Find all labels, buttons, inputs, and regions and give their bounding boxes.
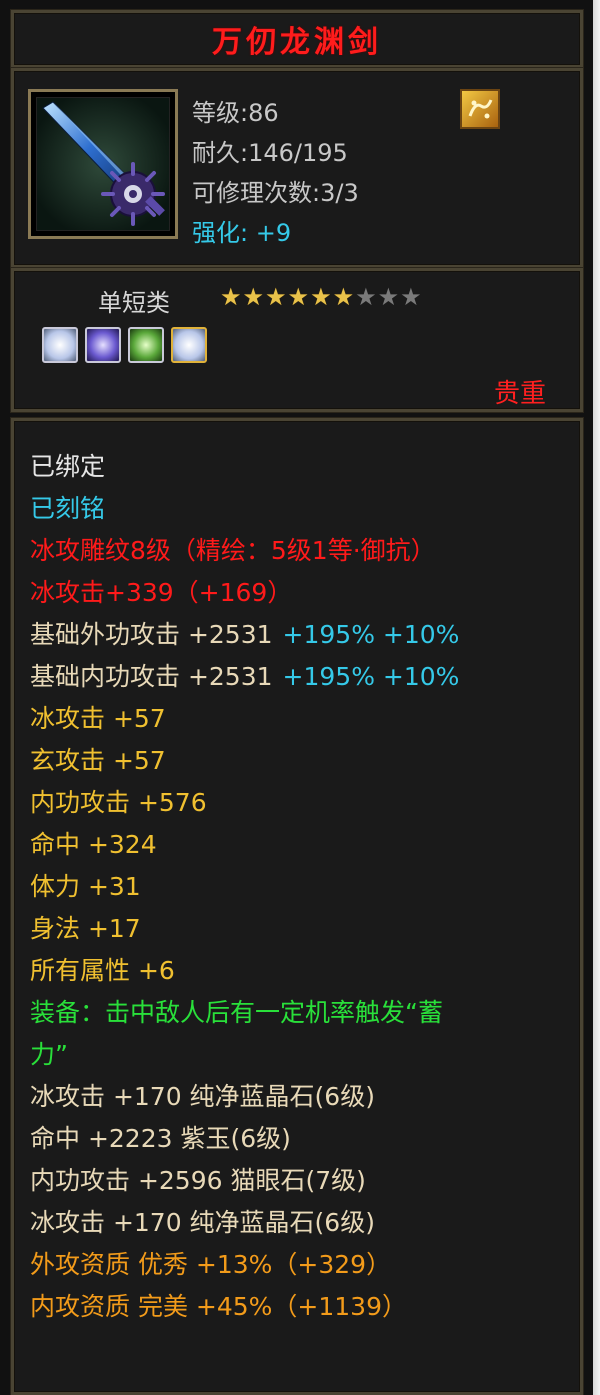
white-gem-gold-frame-icon[interactable] — [171, 327, 207, 363]
attribute-line: 装备：击中敌人后有一定机率触发“蓄 — [30, 993, 443, 1029]
item-name: 万仞龙渊剑 — [212, 25, 382, 60]
attribute-line: 身法 +17 — [30, 909, 141, 945]
item-icon-frame[interactable] — [28, 89, 178, 239]
attribute-text: 玄攻击 +57 — [30, 746, 166, 775]
attribute-text: 命中 +2223 紫玉(6级) — [30, 1124, 291, 1153]
attribute-text: 内功攻击 +2596 猫眼石(7级) — [30, 1166, 366, 1195]
attribute-line: 冰攻击 +170 纯净蓝晶石(6级) — [30, 1077, 375, 1113]
attribute-text: 冰攻击+339（+169） — [30, 578, 293, 607]
enhance-value: +9 — [255, 219, 292, 247]
attribute-text: 体力 +31 — [30, 872, 141, 901]
attribute-bonus: +195% +10% — [282, 620, 460, 649]
attribute-line: 冰攻击+339（+169） — [30, 573, 292, 609]
attribute-line: 内攻资质 完美 +45%（+1139） — [30, 1287, 407, 1323]
star-filled-icon: ★ — [287, 283, 311, 311]
repair-count-stat: 可修理次数:3/3 — [192, 179, 359, 207]
weapon-category: 单短类 — [98, 289, 170, 317]
attribute-text: 内攻资质 完美 +45%（+1139） — [30, 1292, 407, 1321]
star-filled-icon: ★ — [265, 283, 288, 311]
item-summary: 单短类 ★★★★★★★★★ 贵重 — [11, 268, 583, 412]
dragon-sword-icon — [36, 97, 170, 231]
attribute-line: 体力 +31 — [30, 867, 141, 903]
attribute-line: 基础外功攻击 +2531 +195% +10% — [30, 615, 459, 651]
attribute-line: 玄攻击 +57 — [30, 741, 166, 777]
attribute-line: 已刻铭 — [30, 489, 105, 525]
attribute-line: 基础内功攻击 +2531 +195% +10% — [30, 657, 459, 693]
attribute-text: 冰攻击 +170 纯净蓝晶石(6级) — [30, 1082, 375, 1111]
attribute-line: 内功攻击 +576 — [30, 783, 207, 819]
star-filled-icon: ★ — [242, 283, 266, 311]
gold-rune-icon[interactable] — [460, 89, 500, 129]
window-edge — [593, 0, 600, 1395]
attribute-line: 所有属性 +6 — [30, 951, 175, 987]
title-bar: 万仞龙渊剑 — [11, 10, 583, 68]
attribute-line: 冰攻雕纹8级（精绘：5级1等·御抗） — [30, 531, 436, 567]
attribute-text: 已绑定 — [30, 452, 106, 481]
green-gem-icon[interactable] — [128, 327, 164, 363]
enhance-stat: 强化: +9 — [192, 213, 291, 248]
attribute-line: 外攻资质 优秀 +13%（+329） — [30, 1245, 391, 1281]
white-gem-icon[interactable] — [42, 327, 78, 363]
level-stat: 等级:86 — [192, 99, 279, 127]
socket-list — [42, 327, 207, 363]
star-empty-icon: ★ — [400, 283, 423, 311]
attribute-text: 力” — [30, 1040, 68, 1069]
attribute-text: 冰攻击 +57 — [30, 704, 166, 733]
attribute-text: 外攻资质 优秀 +13%（+329） — [30, 1250, 392, 1279]
attribute-line: 命中 +324 — [30, 825, 157, 861]
attribute-text: 已刻铭 — [30, 494, 106, 523]
attribute-text: 所有属性 +6 — [30, 956, 175, 985]
attribute-line: 力” — [30, 1035, 68, 1071]
attribute-text: 内功攻击 +576 — [30, 788, 207, 817]
rarity-label: 贵重 — [493, 379, 546, 409]
star-empty-icon: ★ — [355, 283, 378, 311]
attribute-line: 冰攻击 +170 纯净蓝晶石(6级) — [30, 1203, 375, 1239]
attribute-line: 内功攻击 +2596 猫眼石(7级) — [30, 1161, 366, 1197]
durability-stat: 耐久:146/195 — [192, 139, 348, 167]
attribute-bonus: +195% +10% — [282, 662, 460, 691]
item-tooltip: 万仞龙渊剑 等级:86 耐久:146/195 可修理次数:3/3 强化: +9 … — [0, 0, 593, 1395]
attribute-text: 冰攻雕纹8级（精绘：5级1等·御抗） — [30, 536, 436, 565]
star-filled-icon: ★ — [220, 283, 243, 311]
star-filled-icon: ★ — [310, 283, 333, 311]
star-rating: ★★★★★★★★★ — [220, 283, 423, 311]
attribute-text: 命中 +324 — [30, 830, 157, 859]
attribute-text: 装备：击中敌人后有一定机率触发“蓄 — [30, 998, 443, 1027]
attribute-line: 已绑定 — [30, 447, 105, 483]
attribute-text: 冰攻击 +170 纯净蓝晶石(6级) — [30, 1208, 375, 1237]
attribute-text: 基础外功攻击 +2531 — [30, 620, 273, 649]
purple-gem-icon[interactable] — [85, 327, 121, 363]
star-empty-icon: ★ — [377, 283, 401, 311]
attribute-line: 命中 +2223 紫玉(6级) — [30, 1119, 291, 1155]
attribute-list: 已绑定已刻铭冰攻雕纹8级（精绘：5级1等·御抗） 冰攻击+339（+169） 基础外… — [11, 418, 583, 1395]
enhance-label: 强化: — [192, 219, 249, 247]
star-filled-icon: ★ — [332, 283, 356, 311]
attribute-text: 基础内功攻击 +2531 — [30, 662, 273, 691]
item-header: 等级:86 耐久:146/195 可修理次数:3/3 强化: +9 — [11, 68, 583, 268]
attribute-text: 身法 +17 — [30, 914, 141, 943]
attribute-line: 冰攻击 +57 — [30, 699, 166, 735]
